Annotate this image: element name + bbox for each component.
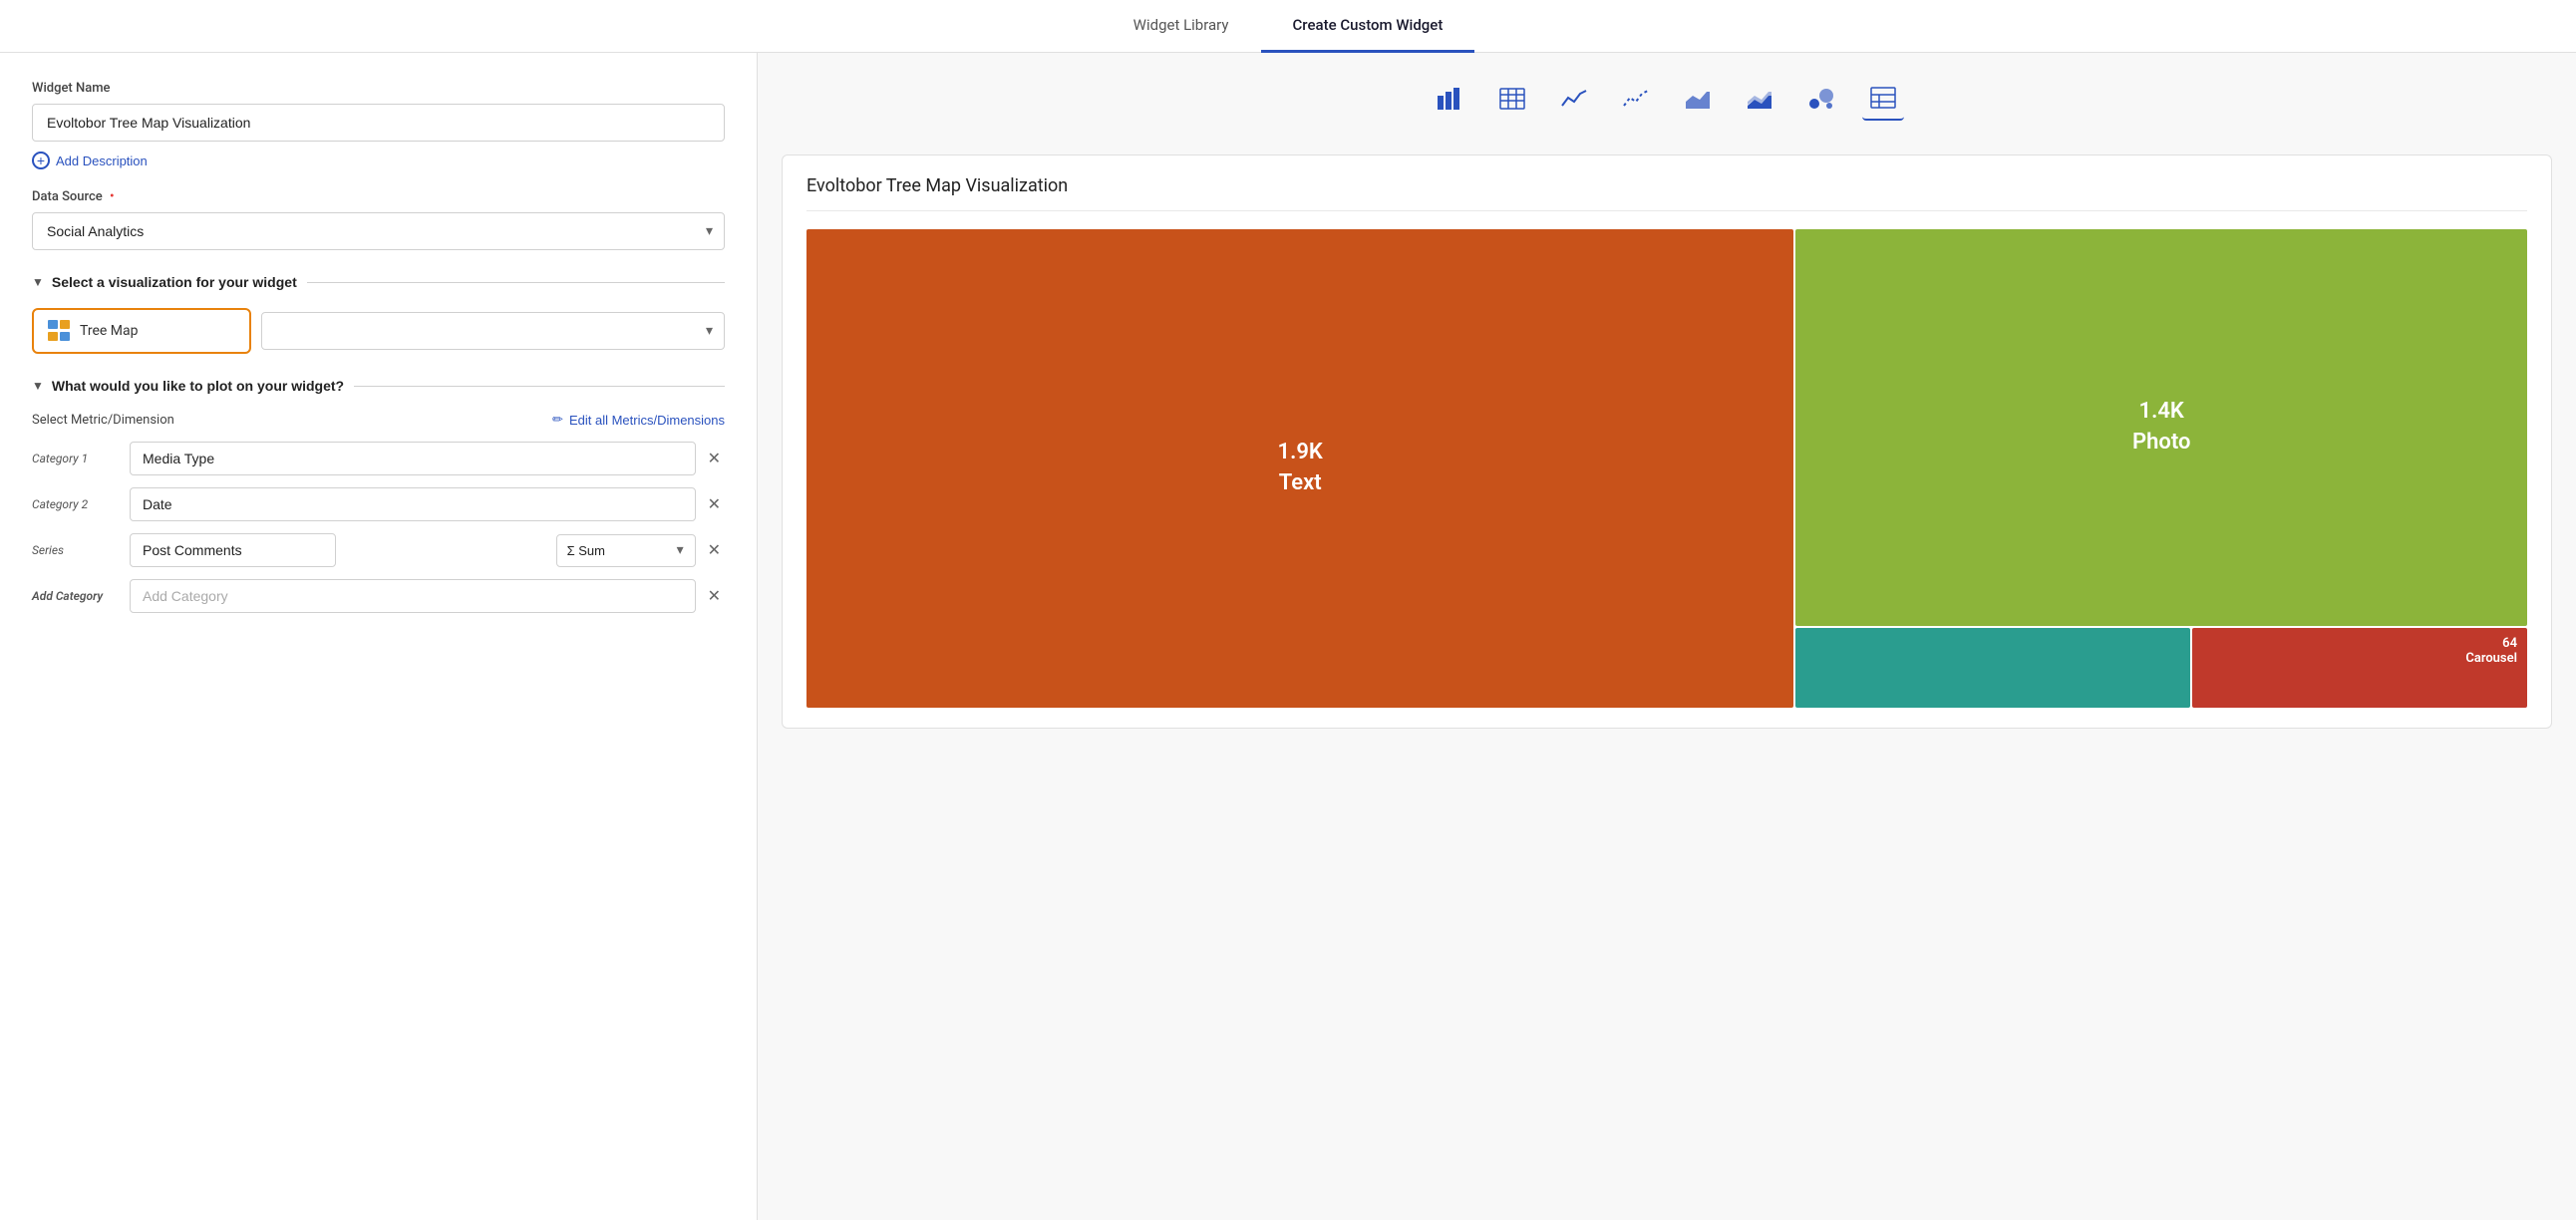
edit-metrics-button[interactable]: ✏ Edit all Metrics/Dimensions	[552, 412, 725, 428]
treemap-cell-carousel: 64 Carousel	[2192, 628, 2527, 708]
series-label: Series	[32, 543, 122, 557]
category-1-remove-button[interactable]: ✕	[704, 445, 725, 472]
chevron-down-icon: ▼	[32, 275, 44, 289]
treemap-chart-icon-button[interactable]	[1862, 83, 1904, 121]
category-1-row: Category 1 ✕	[32, 442, 725, 475]
viz-section-label: Select a visualization for your widget	[52, 274, 297, 290]
metrics-section-toggle[interactable]: ▼ What would you like to plot on your wi…	[32, 378, 344, 394]
add-category-input[interactable]	[130, 579, 696, 613]
treemap-visualization: 1.9K Text 1.4K Photo	[806, 229, 2527, 708]
metrics-header: Select Metric/Dimension ✏ Edit all Metri…	[32, 412, 725, 428]
bar-chart-icon-button[interactable]	[1430, 83, 1471, 121]
divider-line-2	[354, 386, 725, 387]
viz-type-selector[interactable]: Tree Map	[32, 308, 251, 354]
viz-extra-select-wrapper: ▾	[261, 312, 725, 350]
data-source-select[interactable]: Social Analytics	[32, 212, 725, 250]
preview-title: Evoltobor Tree Map Visualization	[806, 175, 2527, 211]
chevron-down-icon: ▼	[32, 379, 44, 393]
data-source-label: Data Source •	[32, 189, 725, 204]
aggregation-select-wrapper: Σ Sum ▾	[556, 534, 696, 567]
widget-name-label: Widget Name	[32, 81, 725, 96]
main-layout: Widget Name + Add Description Data Sourc…	[0, 53, 2576, 1220]
add-description-label: Add Description	[56, 153, 148, 168]
treemap-cell-text-label: 1.9K Text	[1278, 438, 1323, 499]
plus-circle-icon: +	[32, 152, 50, 169]
treemap-cell-text: 1.9K Text	[806, 229, 1793, 708]
treemap-cell-photo: 1.4K Photo	[1795, 229, 2527, 626]
filled-area-icon-button[interactable]	[1739, 83, 1780, 121]
chart-icons-row	[782, 73, 2552, 131]
viz-type-label: Tree Map	[80, 323, 138, 339]
divider-line	[307, 282, 725, 283]
add-category-label: Add Category	[32, 589, 122, 603]
metrics-section-header: ▼ What would you like to plot on your wi…	[32, 378, 725, 394]
treemap-cell-teal	[1795, 628, 2189, 708]
category-2-row: Category 2 ✕	[32, 487, 725, 521]
edit-metrics-label: Edit all Metrics/Dimensions	[569, 413, 725, 428]
right-panel: Evoltobor Tree Map Visualization 1.9K Te…	[758, 53, 2576, 1220]
data-source-select-wrapper: Social Analytics ▾	[32, 212, 725, 250]
treemap-icon	[48, 320, 70, 342]
treemap-cell-photo-label: 1.4K Photo	[2132, 397, 2190, 459]
viz-extra-select[interactable]	[261, 312, 725, 350]
series-select-wrapper	[130, 533, 548, 567]
aggregation-select[interactable]: Σ Sum	[556, 534, 696, 567]
line-chart-icon-button[interactable]	[1553, 83, 1595, 121]
viz-section-toggle[interactable]: ▼ Select a visualization for your widget	[32, 274, 297, 290]
scatter-icon-button[interactable]	[1615, 83, 1657, 121]
category-1-label: Category 1	[32, 452, 122, 465]
viz-section-header: ▼ Select a visualization for your widget	[32, 274, 725, 290]
category-2-remove-button[interactable]: ✕	[704, 490, 725, 518]
metrics-section-label: What would you like to plot on your widg…	[52, 378, 344, 394]
series-remove-button[interactable]: ✕	[704, 536, 725, 564]
pencil-icon: ✏	[552, 412, 563, 428]
top-tabs: Widget Library Create Custom Widget	[0, 0, 2576, 53]
widget-name-input[interactable]	[32, 104, 725, 142]
preview-card: Evoltobor Tree Map Visualization 1.9K Te…	[782, 154, 2552, 729]
series-row: Series Σ Sum ▾ ✕	[32, 533, 725, 567]
table-icon-button[interactable]	[1491, 83, 1533, 121]
treemap-right-column: 1.4K Photo 64 Carousel	[1795, 229, 2527, 708]
area-chart-icon-button[interactable]	[1677, 83, 1719, 121]
treemap-cell-carousel-label: 64 Carousel	[2465, 636, 2517, 666]
widget-name-group: Widget Name + Add Description	[32, 81, 725, 169]
series-input[interactable]	[130, 533, 336, 567]
add-category-row: Add Category ✕	[32, 579, 725, 613]
add-description-button[interactable]: + Add Description	[32, 152, 148, 169]
category-2-label: Category 2	[32, 497, 122, 511]
bubble-chart-icon-button[interactable]	[1800, 83, 1842, 121]
add-category-remove-button[interactable]: ✕	[704, 582, 725, 610]
treemap-bottom-row: 64 Carousel	[1795, 628, 2527, 708]
category-1-input[interactable]	[130, 442, 696, 475]
category-2-input[interactable]	[130, 487, 696, 521]
data-source-group: Data Source • Social Analytics ▾	[32, 189, 725, 250]
tab-widget-library[interactable]: Widget Library	[1102, 0, 1261, 53]
tab-create-custom-widget[interactable]: Create Custom Widget	[1261, 0, 1475, 53]
select-metric-label: Select Metric/Dimension	[32, 413, 174, 428]
left-panel: Widget Name + Add Description Data Sourc…	[0, 53, 758, 1220]
